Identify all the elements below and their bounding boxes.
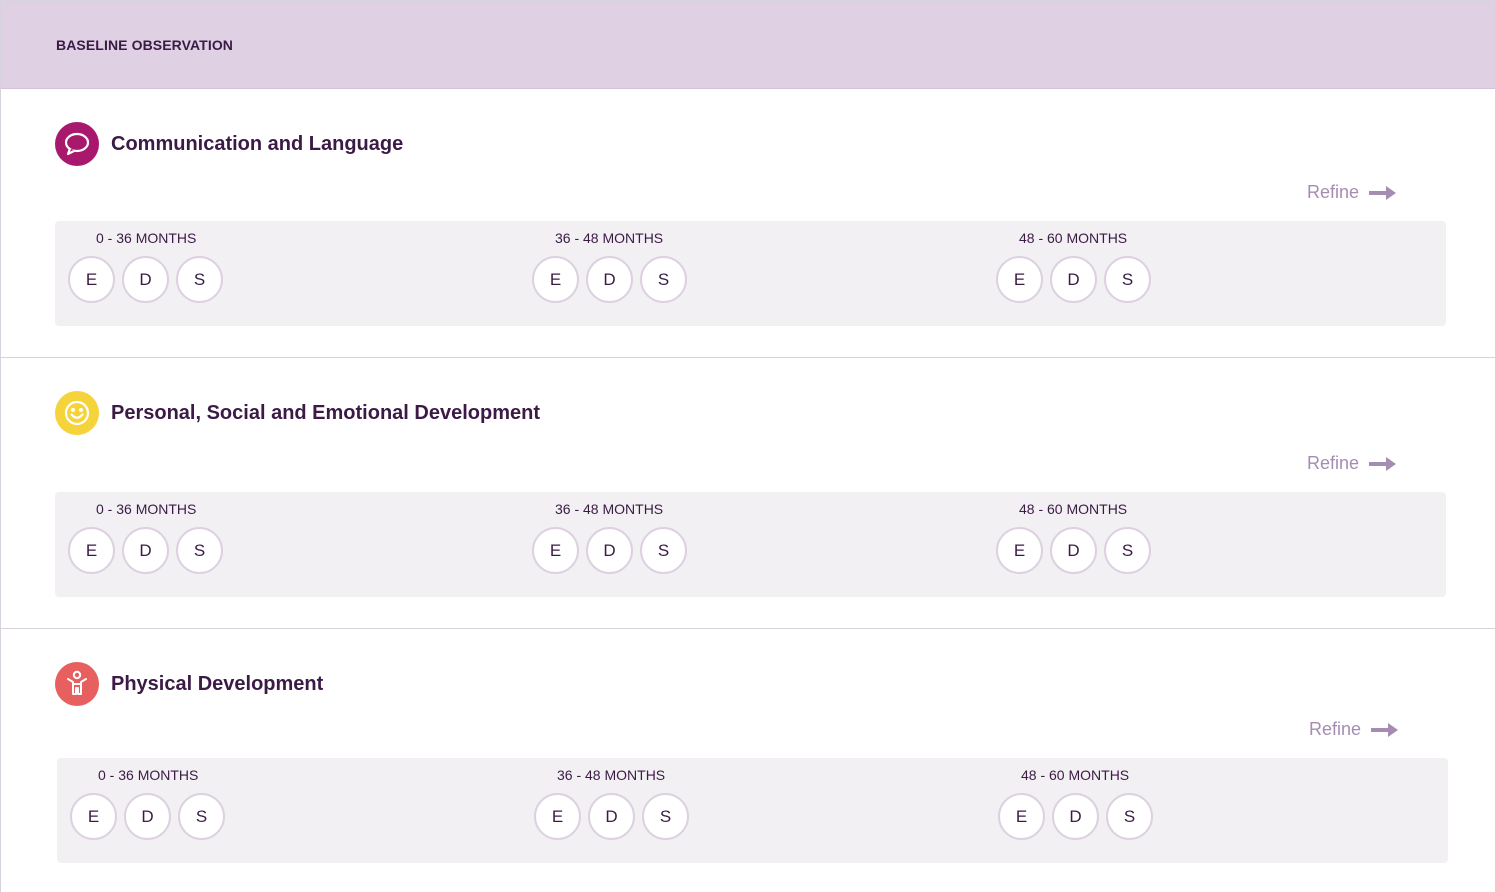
secure-option[interactable]: S bbox=[642, 793, 689, 840]
emerging-option[interactable]: E bbox=[68, 527, 115, 574]
age-band-label: 36 - 48 MONTHS bbox=[557, 767, 666, 783]
secure-option[interactable]: S bbox=[640, 256, 687, 303]
refine-button[interactable]: Refine bbox=[1309, 719, 1399, 740]
secure-option[interactable]: S bbox=[1104, 256, 1151, 303]
age-bands-panel: 0 - 36 MONTHS E D S 36 - 48 MONTHS E D S… bbox=[57, 758, 1448, 863]
developing-option[interactable]: D bbox=[586, 527, 633, 574]
arrow-right-icon bbox=[1369, 456, 1397, 472]
emerging-option[interactable]: E bbox=[996, 527, 1043, 574]
age-band: 36 - 48 MONTHS E D S bbox=[521, 767, 696, 840]
age-band: 48 - 60 MONTHS E D S bbox=[985, 767, 1160, 840]
developing-option[interactable]: D bbox=[124, 793, 171, 840]
refine-button[interactable]: Refine bbox=[1307, 453, 1397, 474]
emerging-option[interactable]: E bbox=[68, 256, 115, 303]
age-band-label: 0 - 36 MONTHS bbox=[96, 230, 197, 246]
secure-option[interactable]: S bbox=[1104, 527, 1151, 574]
refine-label: Refine bbox=[1308, 719, 1361, 739]
age-band: 36 - 48 MONTHS E D S bbox=[519, 230, 694, 303]
area-header: Communication and Language bbox=[55, 122, 403, 166]
age-band: 0 - 36 MONTHS E D S bbox=[57, 767, 232, 840]
area-header: Physical Development bbox=[55, 662, 323, 706]
age-bands-panel: 0 - 36 MONTHS E D S 36 - 48 MONTHS E D S… bbox=[55, 221, 1446, 326]
age-band-label: 36 - 48 MONTHS bbox=[555, 230, 664, 246]
developing-option[interactable]: D bbox=[588, 793, 635, 840]
arrow-right-icon bbox=[1369, 185, 1397, 201]
emerging-option[interactable]: E bbox=[998, 793, 1045, 840]
refine-button[interactable]: Refine bbox=[1307, 182, 1397, 203]
age-band-label: 0 - 36 MONTHS bbox=[96, 501, 197, 517]
page-header: BASELINE OBSERVATION bbox=[1, 1, 1495, 89]
age-band: 36 - 48 MONTHS E D S bbox=[519, 501, 694, 574]
age-band: 48 - 60 MONTHS E D S bbox=[983, 501, 1158, 574]
emerging-option[interactable]: E bbox=[532, 527, 579, 574]
age-band: 0 - 36 MONTHS E D S bbox=[55, 230, 230, 303]
emerging-option[interactable]: E bbox=[532, 256, 579, 303]
area-section-physical: Physical Development Refine 0 - 36 MONTH… bbox=[1, 629, 1495, 892]
developing-option[interactable]: D bbox=[122, 527, 169, 574]
age-band-label: 0 - 36 MONTHS bbox=[98, 767, 199, 783]
emerging-option[interactable]: E bbox=[70, 793, 117, 840]
age-band: 48 - 60 MONTHS E D S bbox=[983, 230, 1158, 303]
developing-option[interactable]: D bbox=[1052, 793, 1099, 840]
age-band-label: 48 - 60 MONTHS bbox=[1021, 767, 1130, 783]
area-section-personal-social: Personal, Social and Emotional Developme… bbox=[1, 358, 1495, 629]
smiley-face-icon bbox=[55, 391, 99, 435]
secure-option[interactable]: S bbox=[176, 527, 223, 574]
emerging-option[interactable]: E bbox=[534, 793, 581, 840]
person-icon bbox=[55, 662, 99, 706]
secure-option[interactable]: S bbox=[178, 793, 225, 840]
speech-bubble-icon bbox=[55, 122, 99, 166]
developing-option[interactable]: D bbox=[122, 256, 169, 303]
secure-option[interactable]: S bbox=[1106, 793, 1153, 840]
developing-option[interactable]: D bbox=[586, 256, 633, 303]
refine-label: Refine bbox=[1306, 453, 1359, 473]
secure-option[interactable]: S bbox=[640, 527, 687, 574]
age-bands-panel: 0 - 36 MONTHS E D S 36 - 48 MONTHS E D S… bbox=[55, 492, 1446, 597]
area-section-communication: Communication and Language Refine 0 - 36… bbox=[1, 89, 1495, 358]
secure-option[interactable]: S bbox=[176, 256, 223, 303]
area-title: Personal, Social and Emotional Developme… bbox=[111, 401, 540, 424]
emerging-option[interactable]: E bbox=[996, 256, 1043, 303]
developing-option[interactable]: D bbox=[1050, 256, 1097, 303]
area-title: Communication and Language bbox=[111, 132, 404, 155]
refine-label: Refine bbox=[1306, 182, 1359, 202]
age-band-label: 48 - 60 MONTHS bbox=[1019, 230, 1128, 246]
age-band-label: 36 - 48 MONTHS bbox=[555, 501, 664, 517]
developing-option[interactable]: D bbox=[1050, 527, 1097, 574]
age-band-label: 48 - 60 MONTHS bbox=[1019, 501, 1128, 517]
arrow-right-icon bbox=[1371, 722, 1399, 738]
area-header: Personal, Social and Emotional Developme… bbox=[55, 391, 540, 435]
page-title: BASELINE OBSERVATION bbox=[56, 36, 234, 53]
age-band: 0 - 36 MONTHS E D S bbox=[55, 501, 230, 574]
area-title: Physical Development bbox=[111, 672, 324, 695]
baseline-observation-page: BASELINE OBSERVATION Communication and L… bbox=[0, 0, 1496, 892]
